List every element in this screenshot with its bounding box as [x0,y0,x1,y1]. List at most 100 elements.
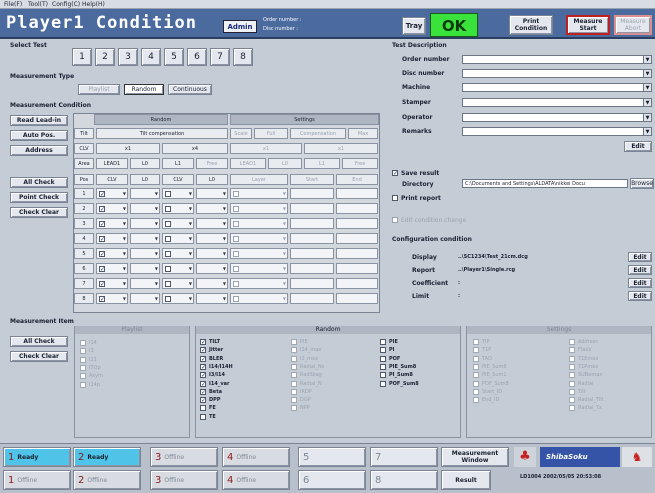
menu-help[interactable]: Help(H) [82,1,105,8]
row-cell[interactable] [290,278,334,289]
item-checkbox[interactable] [291,380,297,387]
menu-config[interactable]: Config(C) [52,1,80,8]
operator-field[interactable]: ▼ [462,113,652,122]
row-checkbox[interactable] [233,265,239,272]
row-cell[interactable] [336,293,378,304]
playlist-type-button[interactable]: Playlist [78,84,120,95]
menu-file[interactable]: File(F) [4,1,22,8]
row-checkbox[interactable] [165,295,171,302]
row-cell[interactable]: ▼ [230,293,288,304]
print-report-checkbox[interactable] [392,195,398,201]
item-checkbox[interactable] [80,356,86,363]
row-checkbox[interactable]: ✓ [99,235,105,242]
row-checkbox[interactable]: ✓ [99,265,105,272]
row-cell[interactable]: ▼ [196,248,228,259]
row-checkbox[interactable]: ✓ [99,205,105,212]
row-checkbox[interactable] [233,295,239,302]
item-checkbox[interactable] [80,364,86,371]
row-cell[interactable]: ▼ [230,233,288,244]
item-checkbox[interactable] [80,348,86,355]
row-checkbox[interactable] [233,235,239,242]
row-cell[interactable]: ✓ ▼ [96,203,128,214]
item-checkbox[interactable] [380,347,386,354]
result-button[interactable]: Result [441,470,491,490]
area-col[interactable]: Free [196,158,228,169]
row-cell[interactable]: ▼ [162,278,194,289]
item-checkbox[interactable] [569,372,575,379]
item-checkbox[interactable]: ✓ [200,339,206,346]
item-checkbox[interactable] [291,405,297,412]
row-cell[interactable] [290,248,334,259]
row-checkbox[interactable] [165,280,171,287]
item-all-check-button[interactable]: All Check [10,336,68,347]
item-checkbox[interactable] [291,363,297,370]
item-checkbox[interactable] [473,355,479,362]
clv-value-1[interactable]: x1 [96,143,160,154]
area-col[interactable]: LEAD1 [96,158,128,169]
player-task-button[interactable]: 3 Offline [150,470,218,490]
row-checkbox[interactable]: ✓ [99,295,105,302]
player-task-button[interactable]: 4 Offline [222,470,290,490]
empty-task-slot[interactable]: 5 [298,447,366,467]
item-checkbox[interactable] [473,380,479,387]
item-checkbox[interactable] [473,372,479,379]
row-cell[interactable] [290,233,334,244]
auto-pos-button[interactable]: Auto Pos. [10,130,68,141]
row-checkbox[interactable] [233,220,239,227]
item-checkbox[interactable] [569,355,575,362]
item-checkbox[interactable] [291,397,297,404]
item-checkbox[interactable] [569,397,575,404]
config-display-edit-button[interactable]: Edit [628,252,652,262]
area-col[interactable]: LEAD1 [230,158,266,169]
item-checkbox[interactable] [569,405,575,412]
test-5-button[interactable]: 5 [164,48,184,66]
measurement-window-button[interactable]: Measurement Window [441,447,509,467]
row-cell[interactable] [336,188,378,199]
row-cell[interactable]: ✓ ▼ [96,263,128,274]
item-checkbox[interactable] [473,363,479,370]
row-checkbox[interactable]: ✓ [99,220,105,227]
row-cell[interactable]: ▼ [162,263,194,274]
order-number-field[interactable]: ▼ [462,55,652,64]
remarks-field[interactable]: ▼ [462,127,652,136]
player-task-button[interactable]: 2 Offline [73,470,141,490]
row-cell[interactable]: ▼ [130,218,160,229]
row-cell[interactable]: ▼ [162,218,194,229]
row-checkbox[interactable] [165,190,171,197]
row-cell[interactable]: ▼ [130,263,160,274]
tray-button[interactable]: Tray [402,17,426,35]
item-checkbox[interactable] [291,347,297,354]
player-task-button[interactable]: 4 Offline [222,447,290,467]
item-checkbox[interactable]: ✓ [200,372,206,379]
row-checkbox[interactable] [233,280,239,287]
item-checkbox[interactable] [569,380,575,387]
player-task-button[interactable]: 1 Ready [3,447,71,467]
area-col[interactable]: L1 [162,158,194,169]
row-cell[interactable]: ▼ [130,188,160,199]
item-checkbox[interactable]: ✓ [200,380,206,387]
player-task-button[interactable]: 2 Ready [73,447,141,467]
test-8-button[interactable]: 8 [233,48,253,66]
row-checkbox[interactable] [233,190,239,197]
item-checkbox[interactable] [200,405,206,412]
row-cell[interactable]: ▼ [196,278,228,289]
row-cell[interactable]: ▼ [130,278,160,289]
measure-abort-button[interactable]: Measure Abort [614,15,652,35]
test-4-button[interactable]: 4 [141,48,161,66]
row-cell[interactable] [336,263,378,274]
test-7-button[interactable]: 7 [210,48,230,66]
item-checkbox[interactable] [569,347,575,354]
test-6-button[interactable]: 6 [187,48,207,66]
row-cell[interactable]: ▼ [162,203,194,214]
row-checkbox[interactable] [165,205,171,212]
item-checkbox[interactable]: ✓ [200,355,206,362]
row-cell[interactable] [336,218,378,229]
item-checkbox[interactable] [473,388,479,395]
row-cell[interactable]: ▼ [196,233,228,244]
check-clear-button[interactable]: Check Clear [10,207,68,218]
row-cell[interactable]: ▼ [196,293,228,304]
item-checkbox[interactable] [80,340,86,346]
area-col[interactable]: L1 [304,158,340,169]
area-col[interactable]: Free [342,158,378,169]
row-cell[interactable]: ✓ ▼ [96,218,128,229]
